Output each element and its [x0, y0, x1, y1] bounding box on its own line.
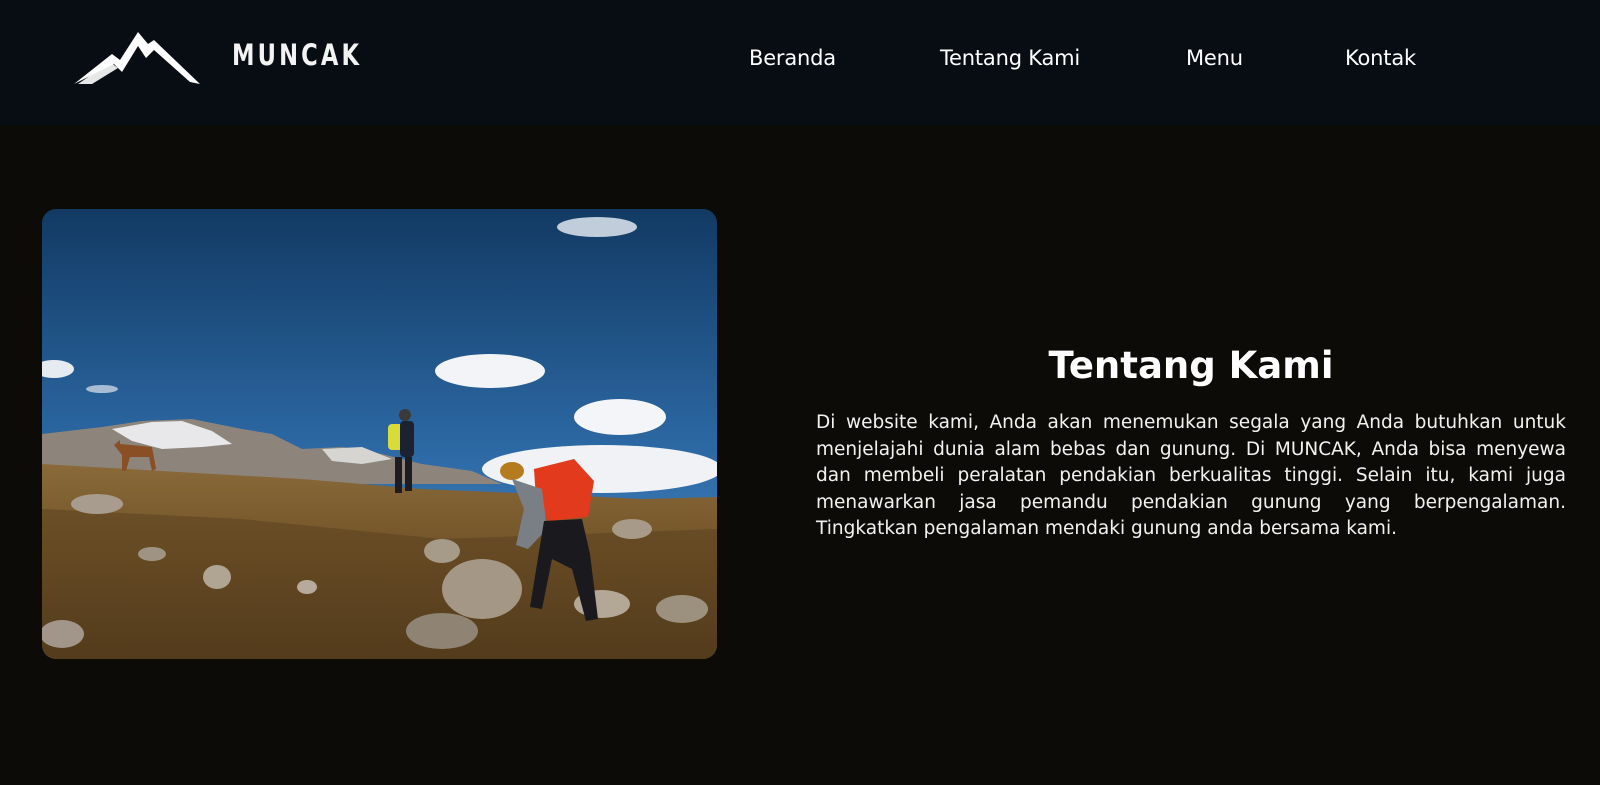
navbar: MUNCAK Beranda Tentang Kami Menu Kontak [0, 0, 1600, 125]
about-title: Tentang Kami [1048, 344, 1334, 387]
nav-link-tentang-kami[interactable]: Tentang Kami [940, 46, 1080, 70]
brand-name: MUNCAK [232, 38, 363, 72]
nav-link-beranda[interactable]: Beranda [749, 46, 836, 70]
about-description: Di website kami, Anda akan menemukan seg… [816, 412, 1566, 539]
hikers-mountain-photo [42, 209, 717, 659]
nav-link-menu[interactable]: Menu [1186, 46, 1243, 70]
mountain-logo-icon [74, 32, 200, 84]
nav-link-kontak[interactable]: Kontak [1345, 46, 1416, 70]
